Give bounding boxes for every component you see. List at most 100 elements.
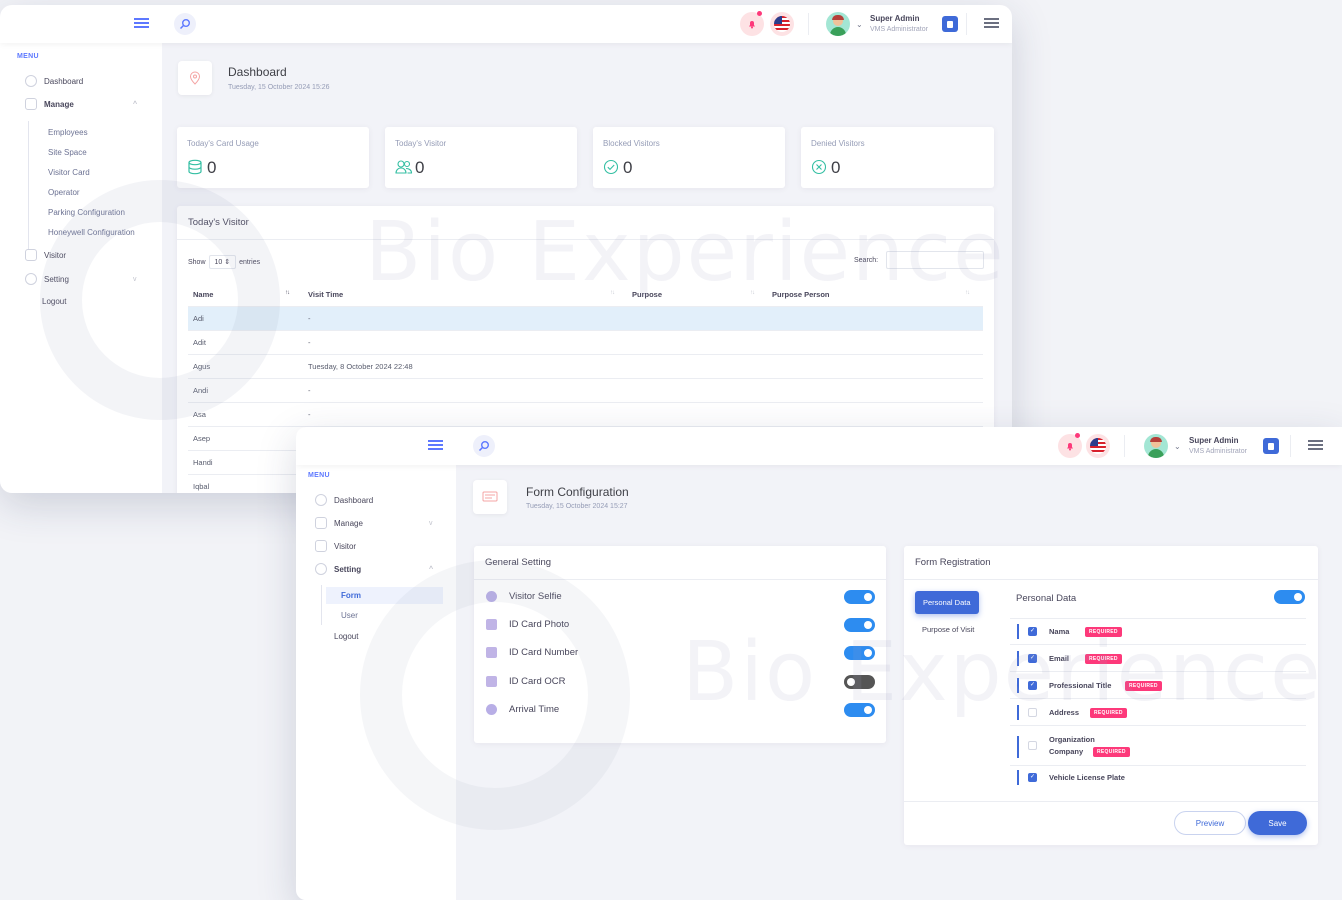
field-label: Address: [1049, 708, 1080, 717]
avatar[interactable]: [1144, 434, 1168, 458]
options-menu-icon[interactable]: [1308, 440, 1323, 450]
toggle-visitor-selfie[interactable]: [844, 590, 875, 604]
section-title: Personal Data: [1016, 593, 1077, 604]
column-header-purpose-person[interactable]: Purpose Person: [772, 290, 830, 299]
checkbox-email[interactable]: ✓: [1028, 654, 1037, 663]
nav-manage[interactable]: Manage ^: [25, 98, 137, 110]
user-badge-icon[interactable]: [942, 16, 958, 32]
checkbox-professional-title[interactable]: ✓: [1028, 681, 1037, 690]
tab-personal-data[interactable]: Personal Data: [915, 591, 979, 614]
toggle-id-card-ocr[interactable]: [844, 675, 875, 689]
nav-honeywell-configuration[interactable]: Honeywell Configuration: [48, 228, 135, 237]
toggle-personal-data[interactable]: [1274, 590, 1305, 604]
tab-purpose-of-visit[interactable]: Purpose of Visit: [922, 625, 974, 634]
sort-icon[interactable]: ↑↓: [610, 290, 615, 296]
user-badge-icon[interactable]: [1263, 438, 1279, 454]
cell-name: Agus: [193, 362, 211, 371]
gear-icon: [25, 273, 37, 285]
chevron-up-icon: ^: [133, 100, 138, 108]
user-role: VMS Administrator: [870, 26, 928, 33]
submenu-line: [321, 585, 322, 625]
required-badge[interactable]: REQUIRED: [1090, 708, 1127, 718]
setting-id-card-number: ID Card Number: [486, 647, 578, 658]
column-header-purpose[interactable]: Purpose: [632, 290, 662, 299]
nav-dashboard[interactable]: Dashboard: [25, 75, 83, 87]
column-header-visit-time[interactable]: Visit Time: [308, 290, 343, 299]
nav-setting[interactable]: Setting ^: [315, 563, 433, 575]
language-button[interactable]: [1086, 434, 1110, 458]
entries-control: Show 10 ⇕ entries: [188, 255, 260, 269]
bell-icon: [749, 21, 755, 29]
notification-dot: [757, 11, 762, 16]
nav-logout[interactable]: Logout: [334, 632, 358, 641]
nav-employees[interactable]: Employees: [48, 128, 88, 137]
nav-user[interactable]: User: [341, 611, 358, 620]
submenu-line: [28, 121, 29, 249]
options-menu-icon[interactable]: [984, 18, 999, 28]
nav-site-space[interactable]: Site Space: [48, 148, 87, 157]
user-name: Super Admin: [870, 14, 920, 23]
nav-setting[interactable]: Setting v: [25, 273, 137, 285]
cell-visit-time: Tuesday, 8 October 2024 22:48: [308, 362, 413, 371]
nav-visitor-card[interactable]: Visitor Card: [48, 168, 90, 177]
nav-parking-configuration[interactable]: Parking Configuration: [48, 208, 125, 217]
search-button[interactable]: [473, 435, 495, 457]
stat-value: 0: [623, 158, 633, 177]
chevron-down-icon[interactable]: ⌄: [856, 20, 863, 29]
notification-button[interactable]: [740, 11, 764, 36]
required-badge[interactable]: REQUIRED: [1085, 654, 1122, 664]
nav-visitor[interactable]: Visitor: [315, 540, 356, 552]
required-badge[interactable]: REQUIRED: [1125, 681, 1162, 691]
search-button[interactable]: [174, 13, 196, 35]
avatar[interactable]: [826, 12, 850, 36]
nav-logout[interactable]: Logout: [42, 297, 66, 306]
nav-visitor[interactable]: Visitor: [25, 249, 66, 261]
globe-icon: [25, 75, 37, 87]
checkbox-address[interactable]: [1028, 708, 1037, 717]
chevron-down-icon: v: [133, 275, 137, 283]
cell-name: Iqbal: [193, 482, 210, 491]
chevron-up-icon: ^: [429, 565, 434, 573]
save-button[interactable]: Save: [1248, 811, 1307, 835]
menu-toggle-icon[interactable]: [134, 18, 149, 28]
nav-form[interactable]: Form: [341, 591, 361, 600]
language-button[interactable]: [770, 12, 794, 36]
sort-icon[interactable]: ↑↓: [965, 290, 970, 296]
table-row[interactable]: Adi -: [188, 306, 983, 330]
entries-select[interactable]: 10 ⇕: [208, 255, 237, 269]
cell-name: Adi: [193, 314, 204, 323]
setting-arrival-time: Arrival Time: [486, 704, 559, 715]
sort-icon[interactable]: ↑↓: [750, 290, 755, 296]
stat-value: 0: [207, 158, 217, 177]
checkbox-vehicle-license-plate[interactable]: ✓: [1028, 773, 1037, 782]
stat-card-card-usage: Today's Card Usage 0: [177, 127, 369, 188]
page-date: Tuesday, 15 October 2024 15:26: [228, 84, 330, 91]
table-row[interactable]: Asa -: [188, 402, 983, 426]
checkbox-organization-company[interactable]: [1028, 741, 1037, 750]
search-input[interactable]: [886, 251, 984, 269]
sort-icon[interactable]: ↑↓: [285, 290, 290, 296]
required-badge[interactable]: REQUIRED: [1093, 747, 1130, 757]
required-badge[interactable]: REQUIRED: [1085, 627, 1122, 637]
checkbox-nama[interactable]: ✓: [1028, 627, 1037, 636]
nav-operator[interactable]: Operator: [48, 188, 80, 197]
toggle-id-card-photo[interactable]: [844, 618, 875, 632]
notification-button[interactable]: [1058, 433, 1082, 458]
column-header-name[interactable]: Name: [193, 290, 213, 299]
field-row-vehicle-license-plate: ✓ Vehicle License Plate: [1010, 766, 1306, 793]
menu-toggle-icon[interactable]: [428, 440, 443, 450]
table-row[interactable]: Adit -: [188, 330, 983, 354]
nav-manage[interactable]: Manage v: [315, 517, 433, 529]
nav-dashboard[interactable]: Dashboard: [315, 494, 373, 506]
chevron-down-icon[interactable]: ⌄: [1174, 442, 1181, 451]
preview-button[interactable]: Preview: [1174, 811, 1246, 835]
stat-card-todays-visitor: Today's Visitor 0: [385, 127, 577, 188]
card-footer-divider: [904, 801, 1318, 802]
field-row-nama: ✓ Nama REQUIRED: [1010, 618, 1306, 645]
table-row[interactable]: Andi -: [188, 378, 983, 402]
table-row[interactable]: Agus Tuesday, 8 October 2024 22:48: [188, 354, 983, 378]
cell-visit-time: -: [308, 410, 311, 419]
toggle-arrival-time[interactable]: [844, 703, 875, 717]
toggle-id-card-number[interactable]: [844, 646, 875, 660]
field-label: Organization: [1049, 735, 1095, 744]
